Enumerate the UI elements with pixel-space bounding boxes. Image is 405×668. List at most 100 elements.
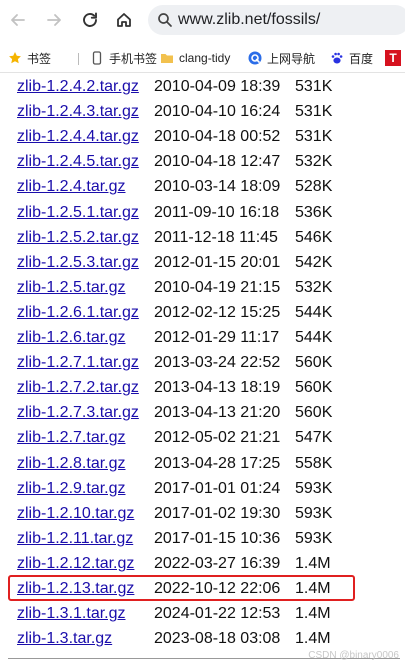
file-row: zlib-1.2.4.4.tar.gz 2010-04-18 00:52 531K — [0, 124, 405, 149]
file-link[interactable]: zlib-1.2.7.tar.gz — [17, 425, 126, 450]
bookmark-clang-tidy[interactable]: clang-tidy — [160, 48, 230, 68]
file-size: 593K — [295, 479, 333, 497]
bookmark-label: 百度 — [349, 51, 374, 66]
file-size: 544K — [295, 303, 333, 321]
file-size: 547K — [295, 429, 333, 447]
bookmark-baidu[interactable]: 百度 — [330, 48, 373, 68]
file-link[interactable]: zlib-1.2.8.tar.gz — [17, 451, 126, 476]
address-bar[interactable]: www.zlib.net/fossils/ — [148, 5, 405, 35]
file-link[interactable]: zlib-1.3.1.tar.gz — [17, 601, 126, 626]
file-link[interactable]: zlib-1.2.5.tar.gz — [17, 275, 126, 300]
file-row: zlib-1.2.11.tar.gz 2017-01-15 10:36 593K — [0, 526, 405, 551]
file-row: zlib-1.2.5.2.tar.gz 2011-12-18 11:45 546K — [0, 225, 405, 250]
file-row: zlib-1.2.7.2.tar.gz 2013-04-13 18:19 560K — [0, 375, 405, 400]
file-size: 1.4M — [295, 630, 331, 648]
file-link[interactable]: zlib-1.2.11.tar.gz — [17, 526, 133, 551]
file-date: 2011-09-10 16:18 — [154, 203, 280, 221]
file-link[interactable]: zlib-1.2.12.tar.gz — [17, 551, 134, 576]
file-link[interactable]: zlib-1.2.6.1.tar.gz — [17, 300, 139, 325]
file-row: zlib-1.2.7.3.tar.gz 2013-04-13 21:20 560K — [0, 400, 405, 425]
file-row: zlib-1.2.12.tar.gz 2022-03-27 16:39 1.4M — [0, 551, 405, 576]
file-size: 532K — [295, 278, 333, 296]
file-link[interactable]: zlib-1.2.4.3.tar.gz — [17, 99, 139, 124]
file-row: zlib-1.2.4.3.tar.gz 2010-04-10 16:24 531K — [0, 99, 405, 124]
file-size: 531K — [295, 128, 333, 146]
file-size: 532K — [295, 153, 333, 171]
file-size: 544K — [295, 329, 333, 346]
file-row: zlib-1.2.7.tar.gz 2012-05-02 21:21 547K — [0, 425, 405, 450]
bookmark-bookmarks[interactable]: 书签 — [8, 48, 51, 68]
back-button[interactable] — [6, 8, 30, 32]
bookmark-label: 上网导航 — [267, 51, 316, 66]
file-row: zlib-1.2.5.3.tar.gz 2012-01-15 20:01 542K — [0, 250, 405, 275]
home-icon — [117, 13, 131, 27]
file-date: 2017-01-02 19:30 — [154, 504, 281, 522]
file-link[interactable]: zlib-1.2.5.2.tar.gz — [17, 225, 139, 250]
file-date: 2013-04-28 17:25 — [154, 454, 281, 472]
file-row: zlib-1.2.4.5.tar.gz 2010-04-18 12:47 532K — [0, 149, 405, 174]
forward-arrow-icon — [47, 14, 61, 26]
file-size: 542K — [295, 253, 333, 271]
file-row: zlib-1.3.tar.gz 2023-08-18 03:08 1.4M — [0, 626, 405, 651]
forward-button[interactable] — [42, 8, 66, 32]
file-row: zlib-1.2.5.tar.gz 2010-04-19 21:15 532K — [0, 275, 405, 300]
file-size: 1.4M — [295, 605, 331, 623]
file-date: 2010-04-18 12:47 — [154, 153, 281, 171]
reload-icon — [83, 12, 97, 27]
bookmark-label: 手机书签 — [109, 51, 158, 66]
bookmark-separator — [78, 53, 79, 65]
url-text[interactable]: www.zlib.net/fossils/ — [178, 11, 320, 29]
reload-button[interactable] — [78, 8, 102, 32]
back-arrow-icon — [11, 14, 25, 26]
file-link[interactable]: zlib-1.2.5.3.tar.gz — [17, 250, 139, 275]
file-size: 593K — [295, 529, 333, 547]
file-date: 2010-04-10 16:24 — [154, 103, 281, 121]
folder-icon — [160, 51, 174, 65]
bookmark-label: 书签 — [27, 51, 52, 66]
bookmark-t[interactable]: T — [385, 48, 401, 68]
file-date: 2017-01-15 10:36 — [154, 529, 281, 547]
file-row: zlib-1.2.4.2.tar.gz 2010-04-09 18:39 531K — [0, 74, 405, 99]
file-link[interactable]: zlib-1.2.4.5.tar.gz — [17, 149, 139, 174]
file-link[interactable]: zlib-1.2.7.3.tar.gz — [17, 400, 139, 425]
bookmark-mobile[interactable]: 手机书签 — [90, 48, 157, 68]
file-link[interactable]: zlib-1.2.5.1.tar.gz — [17, 200, 139, 225]
file-date: 2013-04-13 21:20 — [154, 404, 281, 422]
file-date: 2013-04-13 18:19 — [154, 379, 281, 397]
file-size: 1.4M — [295, 554, 331, 572]
file-link[interactable]: zlib-1.2.7.1.tar.gz — [17, 350, 139, 375]
bookmarks-bar: 书签 手机书签 clang-tidy 上网导航 百度 T — [0, 44, 405, 73]
file-link[interactable]: zlib-1.2.4.tar.gz — [17, 174, 126, 199]
home-button[interactable] — [112, 8, 136, 32]
file-size: 593K — [295, 504, 333, 522]
file-size: 560K — [295, 404, 333, 422]
file-row: zlib-1.2.4.tar.gz 2010-03-14 18:09 528K — [0, 174, 405, 199]
file-date: 2017-01-01 01:24 — [154, 479, 281, 497]
file-link[interactable]: zlib-1.2.6.tar.gz — [17, 325, 126, 350]
file-date: 2013-03-24 22:52 — [154, 354, 281, 372]
file-date: 2012-01-29 11:17 — [154, 329, 280, 346]
file-link[interactable]: zlib-1.2.4.2.tar.gz — [17, 74, 139, 99]
file-size: 536K — [295, 203, 333, 221]
file-row: zlib-1.2.6.1.tar.gz 2012-02-12 15:25 544K — [0, 300, 405, 325]
file-row: zlib-1.2.6.tar.gz 2012-01-29 11:17 544K — [0, 325, 405, 350]
search-icon — [158, 13, 172, 27]
file-link[interactable]: zlib-1.2.10.tar.gz — [17, 501, 134, 526]
file-row: zlib-1.2.8.tar.gz 2013-04-28 17:25 558K — [0, 451, 405, 476]
file-link[interactable]: zlib-1.3.tar.gz — [17, 626, 112, 651]
file-date: 2011-12-18 11:45 — [154, 228, 278, 246]
file-link[interactable]: zlib-1.2.4.4.tar.gz — [17, 124, 139, 149]
browser-toolbar: www.zlib.net/fossils/ — [0, 0, 405, 40]
bookmark-nav[interactable]: 上网导航 — [248, 48, 315, 68]
file-size: 560K — [295, 379, 333, 397]
file-size: 531K — [295, 78, 333, 95]
file-date: 2010-04-19 21:15 — [154, 278, 281, 296]
file-date: 2024-01-22 12:53 — [154, 605, 281, 623]
file-size: 560K — [295, 354, 333, 372]
file-link[interactable]: zlib-1.2.9.tar.gz — [17, 476, 126, 501]
file-row: zlib-1.2.7.1.tar.gz 2013-03-24 22:52 560K — [0, 350, 405, 375]
bookmark-label: clang-tidy — [179, 51, 231, 65]
file-date: 2010-04-18 00:52 — [154, 128, 281, 146]
file-link[interactable]: zlib-1.2.7.2.tar.gz — [17, 375, 139, 400]
watermark: CSDN @binary0006 — [308, 650, 399, 661]
